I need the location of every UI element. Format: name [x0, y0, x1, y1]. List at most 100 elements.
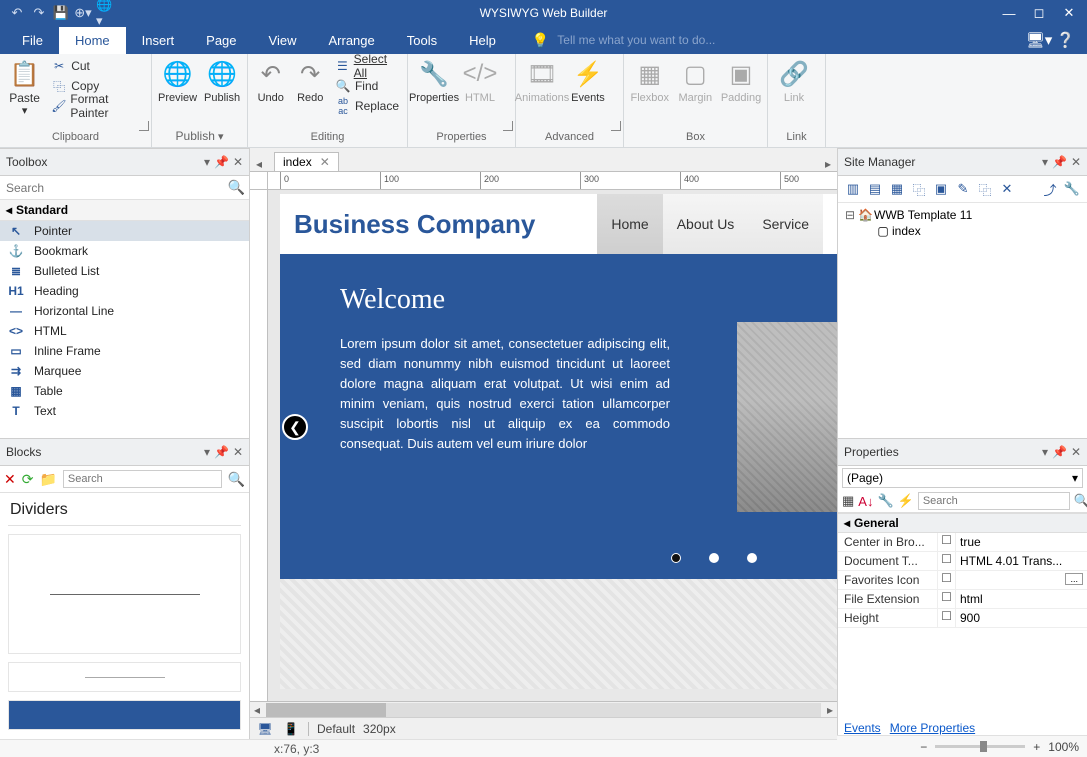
- props-close-icon[interactable]: ✕: [1071, 445, 1081, 459]
- link-button[interactable]: 🔗Link: [772, 56, 816, 106]
- blocks-dropdown-icon[interactable]: ▾: [204, 445, 210, 459]
- zoom-in-icon[interactable]: +: [1033, 740, 1040, 754]
- sm-tool-1[interactable]: ▥: [844, 180, 862, 198]
- language-icon[interactable]: ⊕▾: [74, 4, 92, 22]
- toolbox-item-table[interactable]: ▦Table: [0, 381, 249, 401]
- sm-tool-2[interactable]: ▤: [866, 180, 884, 198]
- zoom-slider[interactable]: [935, 745, 1025, 748]
- sm-tool-4[interactable]: ⿻: [910, 180, 928, 198]
- props-pin-icon[interactable]: 📌: [1052, 445, 1067, 459]
- globe-icon[interactable]: 🌐▾: [96, 4, 114, 22]
- cut-button[interactable]: ✂Cut: [47, 56, 147, 76]
- menu-page[interactable]: Page: [190, 27, 252, 54]
- toolbox-item-bookmark[interactable]: ⚓Bookmark: [0, 241, 249, 261]
- toolbox-item-marquee[interactable]: ⇉Marquee: [0, 361, 249, 381]
- properties-search-input[interactable]: [918, 492, 1070, 510]
- tab-next-icon[interactable]: ▸: [825, 157, 831, 171]
- search-icon[interactable]: 🔍: [228, 179, 245, 196]
- toolbox-close-icon[interactable]: ✕: [233, 155, 243, 169]
- props-events-icon[interactable]: ⚡: [898, 493, 914, 509]
- site-title[interactable]: Business Company: [294, 209, 597, 240]
- paste-button[interactable]: 📋 Paste▾: [4, 56, 45, 119]
- blocks-pin-icon[interactable]: 📌: [214, 445, 229, 459]
- divider-block-1[interactable]: [8, 534, 241, 654]
- advanced-dialog-launcher[interactable]: [611, 121, 621, 131]
- redo-icon[interactable]: ↷: [30, 4, 48, 22]
- tree-item-index[interactable]: ▢ index: [844, 223, 1081, 239]
- property-row[interactable]: Favorites Icon☐ ...: [838, 571, 1087, 590]
- property-row[interactable]: Document T...☐HTML 4.01 Trans...: [838, 552, 1087, 571]
- menu-help[interactable]: Help: [453, 27, 512, 54]
- animations-button[interactable]: 🎞Animations: [520, 56, 564, 106]
- toolbox-item-bulleted-list[interactable]: ≣Bulleted List: [0, 261, 249, 281]
- screens-icon[interactable]: 🖥▾: [1026, 31, 1053, 49]
- blocks-refresh-icon[interactable]: ⟳: [22, 471, 34, 488]
- horizontal-scrollbar[interactable]: ◂ ▸: [250, 701, 837, 717]
- toolbox-item-text[interactable]: TText: [0, 401, 249, 421]
- padding-button[interactable]: ▣Padding: [719, 56, 763, 106]
- page-footer-area[interactable]: [280, 579, 837, 689]
- toolbox-section-standard[interactable]: ◂Standard: [0, 200, 249, 221]
- property-row[interactable]: Center in Bro...☐true: [838, 533, 1087, 552]
- menu-home[interactable]: Home: [59, 27, 126, 54]
- undo-button[interactable]: ↶Undo: [252, 56, 289, 106]
- props-alpha-icon[interactable]: A↓: [858, 494, 873, 509]
- find-button[interactable]: 🔍Find: [331, 76, 403, 96]
- props-dropdown-icon[interactable]: ▾: [1042, 445, 1048, 459]
- props-categorized-icon[interactable]: ▦: [842, 493, 854, 509]
- blocks-folder-icon[interactable]: 📁: [39, 471, 56, 488]
- sm-tool-export[interactable]: ⤴: [1041, 180, 1059, 198]
- replace-button[interactable]: abacReplace: [331, 96, 403, 116]
- toolbox-search-input[interactable]: [4, 179, 228, 197]
- properties-selector[interactable]: (Page)▾: [842, 468, 1083, 488]
- nav-about[interactable]: About Us: [663, 194, 749, 254]
- toolbox-item-inline-frame[interactable]: ▭Inline Frame: [0, 341, 249, 361]
- props-section-general[interactable]: ◂General: [838, 513, 1087, 533]
- tell-me-search[interactable]: 💡 Tell me what you want to do...: [532, 32, 716, 49]
- undo-icon[interactable]: ↶: [8, 4, 26, 22]
- nav-home[interactable]: Home: [597, 194, 662, 254]
- device-desktop-icon[interactable]: 🖥: [256, 721, 274, 737]
- redo-button[interactable]: ↷Redo: [291, 56, 328, 106]
- props-events-link[interactable]: Events: [844, 721, 881, 735]
- device-mobile-icon[interactable]: 📱: [282, 721, 300, 737]
- tab-close-icon[interactable]: ✕: [320, 155, 330, 169]
- sm-pin-icon[interactable]: 📌: [1052, 155, 1067, 169]
- sm-tool-5[interactable]: ▣: [932, 180, 950, 198]
- carousel-dot-1[interactable]: [671, 553, 681, 563]
- layout-label[interactable]: Default: [317, 722, 355, 736]
- tree-collapse-icon[interactable]: ⊟: [844, 208, 856, 222]
- save-icon[interactable]: 💾: [52, 4, 70, 22]
- sm-close-icon[interactable]: ✕: [1071, 155, 1081, 169]
- sm-tool-3[interactable]: ▦: [888, 180, 906, 198]
- property-row[interactable]: Height☐900: [838, 609, 1087, 628]
- menu-file[interactable]: File: [6, 27, 59, 54]
- toolbox-pin-icon[interactable]: 📌: [214, 155, 229, 169]
- hero-text[interactable]: Lorem ipsum dolor sit amet, consectetuer…: [340, 334, 670, 454]
- flexbox-button[interactable]: ▦Flexbox: [628, 56, 672, 106]
- blocks-search-input[interactable]: [63, 470, 222, 488]
- carousel-dot-2[interactable]: [709, 553, 719, 563]
- sm-tool-8[interactable]: ✕: [998, 180, 1016, 198]
- carousel-prev-icon[interactable]: ❮: [282, 414, 308, 440]
- blocks-search-icon[interactable]: 🔍: [228, 471, 245, 488]
- select-all-button[interactable]: ☰Select All: [331, 56, 403, 76]
- menu-arrange[interactable]: Arrange: [312, 27, 390, 54]
- hero-title[interactable]: Welcome: [340, 284, 777, 316]
- nav-service[interactable]: Service: [748, 194, 823, 254]
- sm-tool-6[interactable]: ✎: [954, 180, 972, 198]
- props-search-icon[interactable]: 🔍: [1074, 493, 1087, 509]
- close-button[interactable]: ✕: [1055, 3, 1083, 23]
- canvas-viewport[interactable]: Business Company Home About Us Service ❮…: [268, 190, 837, 701]
- menu-tools[interactable]: Tools: [391, 27, 453, 54]
- carousel-dot-3[interactable]: [747, 553, 757, 563]
- tab-index[interactable]: index✕: [274, 152, 339, 171]
- format-painter-button[interactable]: 🖌Format Painter: [47, 96, 147, 116]
- props-more-link[interactable]: More Properties: [890, 721, 975, 735]
- page-canvas[interactable]: Business Company Home About Us Service ❮…: [280, 194, 837, 689]
- props-wrench-icon[interactable]: 🔧: [877, 493, 893, 509]
- html-button[interactable]: </>HTML: [458, 56, 502, 106]
- zoom-out-icon[interactable]: −: [920, 740, 927, 754]
- divider-block-2[interactable]: [8, 662, 241, 692]
- margin-button[interactable]: ▢Margin: [674, 56, 718, 106]
